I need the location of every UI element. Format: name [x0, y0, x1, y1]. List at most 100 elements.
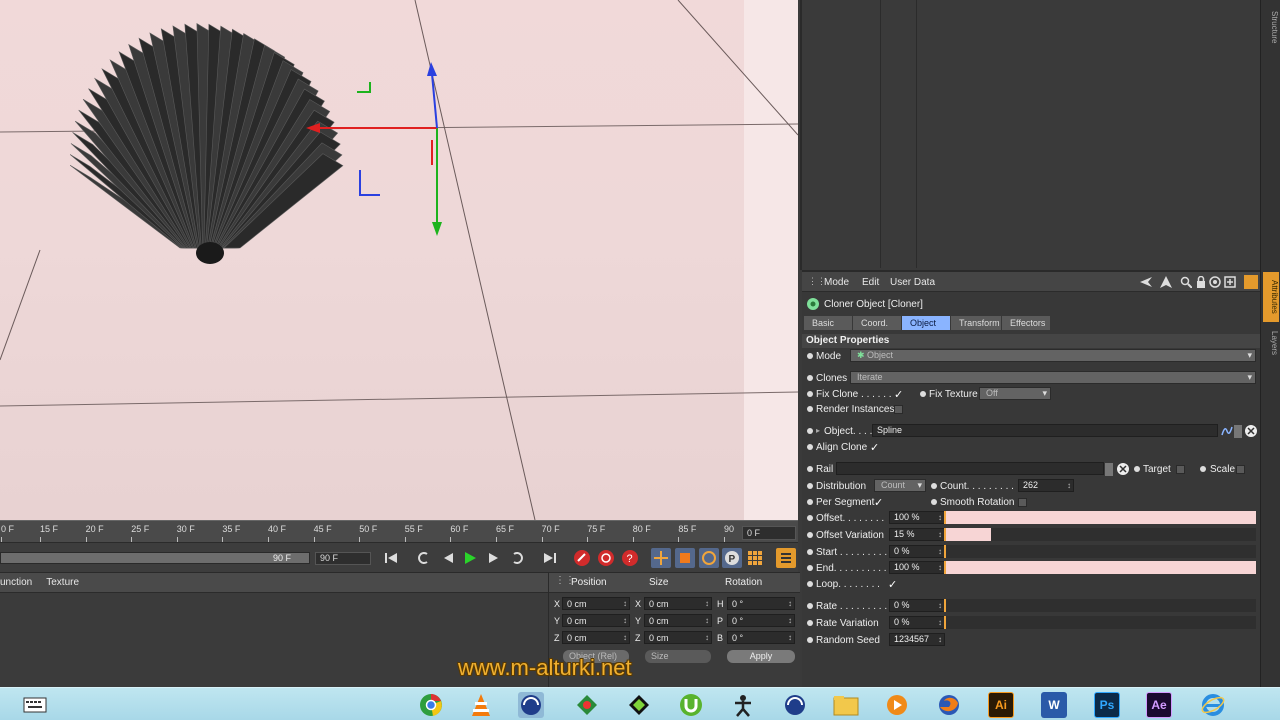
folder-icon[interactable]: [833, 692, 859, 718]
end-slider[interactable]: [944, 561, 1256, 574]
rate-variation-field[interactable]: 0 %: [889, 616, 945, 629]
goto-end-button[interactable]: [540, 548, 560, 568]
prop-bullet[interactable]: [807, 603, 813, 609]
media-player-icon[interactable]: [884, 692, 910, 718]
key-pla-button[interactable]: [745, 548, 765, 568]
clones-dropdown[interactable]: Iterate: [850, 371, 1256, 384]
key-parameter-button[interactable]: P: [722, 548, 742, 568]
keyboard-icon[interactable]: [22, 692, 48, 718]
prop-bullet[interactable]: [931, 499, 937, 505]
timeline-ruler[interactable]: 0 F 15 F 20 F 25 F 30 F 35 F 40 F 45 F 50 F 55 F 6…: [0, 520, 798, 542]
back-arrow-icon[interactable]: [1140, 276, 1152, 288]
prop-bullet[interactable]: [807, 515, 813, 521]
tab-attributes[interactable]: Attributes: [1263, 272, 1279, 322]
menu-edit[interactable]: Edit: [862, 277, 879, 288]
rate-variation-slider[interactable]: [944, 616, 1256, 629]
start-field[interactable]: 0 %: [889, 545, 945, 558]
prop-bullet[interactable]: [807, 581, 813, 587]
corel-draw-icon[interactable]: [626, 692, 652, 718]
fix-texture-dropdown[interactable]: Off: [979, 387, 1051, 400]
new-panel-icon[interactable]: [1224, 276, 1236, 288]
menu-user-data[interactable]: User Data: [890, 277, 935, 288]
timeline-menu-button[interactable]: [776, 548, 796, 568]
material-menu-function[interactable]: unction: [0, 577, 32, 588]
prop-bullet[interactable]: [1134, 466, 1140, 472]
fix-clone-checkbox[interactable]: ✓: [894, 388, 903, 401]
random-seed-field[interactable]: 1234567: [889, 633, 945, 646]
offset-field[interactable]: 100 %: [889, 511, 945, 524]
prev-key-button[interactable]: [413, 548, 433, 568]
count-field[interactable]: 262: [1018, 479, 1074, 492]
tab-layers[interactable]: Layers: [1263, 326, 1279, 360]
smooth-rotation-checkbox[interactable]: [1018, 498, 1027, 507]
range-end-field[interactable]: 90 F: [315, 552, 371, 565]
apply-button[interactable]: Apply: [727, 650, 795, 663]
search-icon[interactable]: [1180, 276, 1192, 288]
up-arrow-icon[interactable]: [1160, 276, 1172, 288]
prop-bullet[interactable]: [807, 444, 813, 450]
autokey-button[interactable]: [596, 548, 616, 568]
tab-coord[interactable]: Coord.: [853, 316, 901, 330]
tab-transform[interactable]: Transform: [951, 316, 1001, 330]
prop-bullet[interactable]: [807, 483, 813, 489]
firefox-icon[interactable]: [936, 692, 962, 718]
prop-bullet[interactable]: [807, 428, 813, 434]
key-rotation-button[interactable]: [699, 548, 719, 568]
prop-bullet[interactable]: [807, 466, 813, 472]
rotation-p-field[interactable]: 0 °: [727, 614, 795, 627]
tab-basic[interactable]: Basic: [804, 316, 852, 330]
offset-slider[interactable]: [944, 511, 1256, 524]
size-y-field[interactable]: 0 cm: [644, 614, 712, 627]
vlc-icon[interactable]: [468, 692, 494, 718]
prop-bullet[interactable]: [807, 549, 813, 555]
pick-object-icon[interactable]: [1116, 462, 1130, 476]
target-icon[interactable]: [1209, 276, 1221, 288]
per-segment-checkbox[interactable]: ✓: [874, 496, 883, 509]
prop-bullet[interactable]: [931, 483, 937, 489]
mode-dropdown[interactable]: ✱ Object: [850, 349, 1256, 362]
utorrent-icon[interactable]: [678, 692, 704, 718]
key-scale-button[interactable]: [675, 548, 695, 568]
key-position-button[interactable]: [651, 548, 671, 568]
rotation-h-field[interactable]: 0 °: [727, 597, 795, 610]
prop-bullet[interactable]: [807, 406, 813, 412]
size-z-field[interactable]: 0 cm: [644, 631, 712, 644]
start-slider[interactable]: [944, 545, 1256, 558]
rotation-b-field[interactable]: 0 °: [727, 631, 795, 644]
size-x-field[interactable]: 0 cm: [644, 597, 712, 610]
rate-slider[interactable]: [944, 599, 1256, 612]
play-button[interactable]: [460, 548, 480, 568]
tab-structure[interactable]: Structure: [1263, 4, 1279, 50]
corel-icon[interactable]: [574, 692, 600, 718]
prop-bullet[interactable]: [807, 499, 813, 505]
after-effects-icon[interactable]: Ae: [1146, 692, 1172, 718]
position-x-field[interactable]: 0 cm: [562, 597, 630, 610]
position-z-field[interactable]: 0 cm: [562, 631, 630, 644]
prop-bullet[interactable]: [807, 375, 813, 381]
rate-field[interactable]: 0 %: [889, 599, 945, 612]
end-field[interactable]: 100 %: [889, 561, 945, 574]
offset-variation-slider[interactable]: [944, 528, 1256, 541]
render-instances-checkbox[interactable]: [894, 405, 903, 414]
link-arrow-button[interactable]: [1105, 463, 1113, 476]
current-frame-field[interactable]: 0 F: [742, 526, 796, 540]
prop-bullet[interactable]: [807, 565, 813, 571]
link-arrow-button[interactable]: [1234, 425, 1242, 438]
goto-start-button[interactable]: [381, 548, 401, 568]
3d-viewport[interactable]: [0, 0, 798, 520]
photoshop-icon[interactable]: Ps: [1094, 692, 1120, 718]
align-clone-checkbox[interactable]: ✓: [870, 441, 879, 454]
rail-link-field[interactable]: [836, 462, 1104, 475]
zbrush-icon[interactable]: [730, 692, 756, 718]
prop-bullet[interactable]: [1200, 466, 1206, 472]
material-menu-texture[interactable]: Texture: [46, 577, 79, 588]
offset-variation-field[interactable]: 15 %: [889, 528, 945, 541]
prop-bullet[interactable]: [807, 620, 813, 626]
tab-effectors[interactable]: Effectors: [1002, 316, 1050, 330]
target-checkbox[interactable]: [1176, 465, 1185, 474]
prop-bullet[interactable]: [807, 637, 813, 643]
cinema4d-icon[interactable]: [518, 692, 544, 718]
next-key-button[interactable]: [508, 548, 528, 568]
prev-frame-button[interactable]: [438, 548, 458, 568]
frame-range-slider[interactable]: 90 F: [0, 552, 310, 564]
